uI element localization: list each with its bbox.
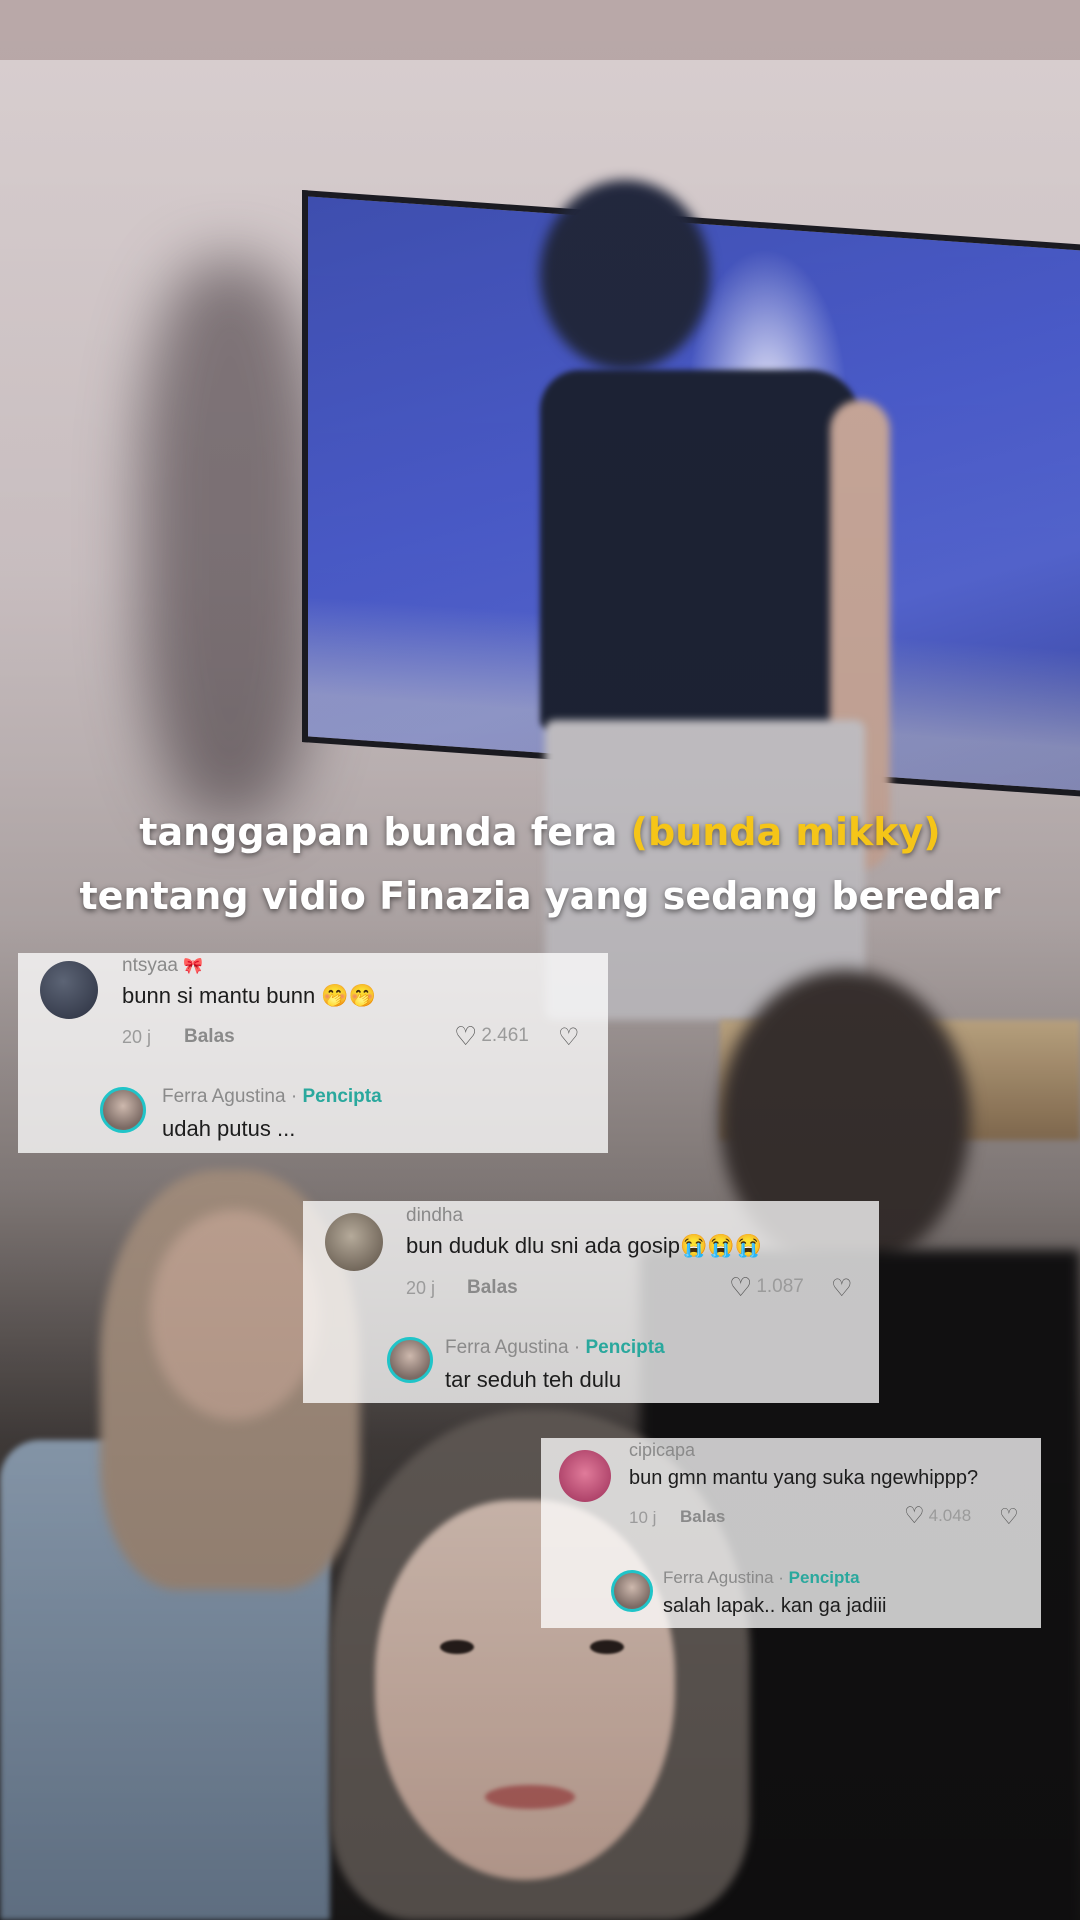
reply-separator: · xyxy=(285,1086,303,1107)
reply-separator: · xyxy=(773,1568,789,1587)
avatar[interactable] xyxy=(40,961,98,1019)
like-count: 4.048 xyxy=(928,1505,972,1525)
reply-text: tar seduh teh dulu xyxy=(445,1367,622,1392)
dislike-icon[interactable]: ♡ xyxy=(831,1274,853,1303)
like-count: 2.461 xyxy=(481,1025,529,1046)
username-text: ntsyaa xyxy=(122,955,178,976)
creator-avatar[interactable] xyxy=(100,1087,146,1133)
bow-icon: 🎀 xyxy=(183,958,204,975)
reply-author-name: Ferra Agustina xyxy=(162,1086,286,1107)
comment-card[interactable]: ntsyaa 🎀 bunn si mantu bunn 🤭🤭 20 j Bala… xyxy=(18,953,608,1153)
comment-username[interactable]: cipicapa xyxy=(629,1440,695,1461)
reply-author[interactable]: Ferra Agustina · Pencipta xyxy=(663,1568,860,1588)
reply-button[interactable]: Balas xyxy=(467,1277,518,1299)
reply-text: salah lapak.. kan ga jadiii xyxy=(663,1595,887,1617)
like-button[interactable]: ♡ 1.087 xyxy=(729,1274,804,1300)
reply-text: udah putus ... xyxy=(162,1116,296,1141)
heart-icon: ♡ xyxy=(729,1272,753,1302)
comment-card[interactable]: dindha bun duduk dlu sni ada gosip😭😭😭 20… xyxy=(303,1201,879,1403)
comment-username[interactable]: ntsyaa 🎀 xyxy=(122,955,203,977)
comment-card[interactable]: cipicapa bun gmn mantu yang suka ngewhip… xyxy=(541,1438,1041,1628)
dislike-icon[interactable]: ♡ xyxy=(999,1504,1019,1530)
reply-author-name: Ferra Agustina xyxy=(663,1568,774,1587)
comment-text: bunn si mantu bunn 🤭🤭 xyxy=(122,983,377,1008)
video-caption: tanggapan bunda fera (bunda mikky) tenta… xyxy=(0,800,1080,928)
reply-button[interactable]: Balas xyxy=(680,1507,725,1527)
heart-icon: ♡ xyxy=(454,1021,478,1051)
dislike-icon[interactable]: ♡ xyxy=(558,1023,580,1052)
caption-line-1: tanggapan bunda fera (bunda mikky) xyxy=(0,800,1080,864)
comment-time: 10 j xyxy=(629,1508,657,1527)
comment-time: 20 j xyxy=(122,1027,152,1047)
creator-badge: Pencipta xyxy=(788,1568,860,1587)
reply-separator: · xyxy=(568,1337,586,1358)
avatar[interactable] xyxy=(559,1450,611,1502)
creator-badge: Pencipta xyxy=(302,1086,382,1107)
caption-line-2: tentang vidio Finazia yang sedang bereda… xyxy=(79,874,1001,918)
like-button[interactable]: ♡ 4.048 xyxy=(904,1504,971,1527)
comment-text: bun duduk dlu sni ada gosip😭😭😭 xyxy=(406,1233,763,1258)
reply-button[interactable]: Balas xyxy=(184,1026,235,1048)
creator-avatar[interactable] xyxy=(611,1570,653,1612)
like-button[interactable]: ♡ 2.461 xyxy=(454,1023,529,1049)
reply-author[interactable]: Ferra Agustina · Pencipta xyxy=(162,1086,382,1108)
caption-line-1-text: tanggapan bunda fera xyxy=(139,810,631,854)
comment-text: bun gmn mantu yang suka ngewhippp? xyxy=(629,1467,979,1489)
caption-highlight: (bunda mikky) xyxy=(630,810,941,854)
reply-author-name: Ferra Agustina xyxy=(445,1337,569,1358)
creator-avatar[interactable] xyxy=(387,1337,433,1383)
comment-time: 20 j xyxy=(406,1278,436,1298)
creator-badge: Pencipta xyxy=(585,1337,665,1358)
heart-icon: ♡ xyxy=(904,1502,925,1528)
avatar[interactable] xyxy=(325,1213,383,1271)
like-count: 1.087 xyxy=(756,1276,804,1297)
comment-username[interactable]: dindha xyxy=(406,1205,463,1227)
reply-author[interactable]: Ferra Agustina · Pencipta xyxy=(445,1337,665,1359)
